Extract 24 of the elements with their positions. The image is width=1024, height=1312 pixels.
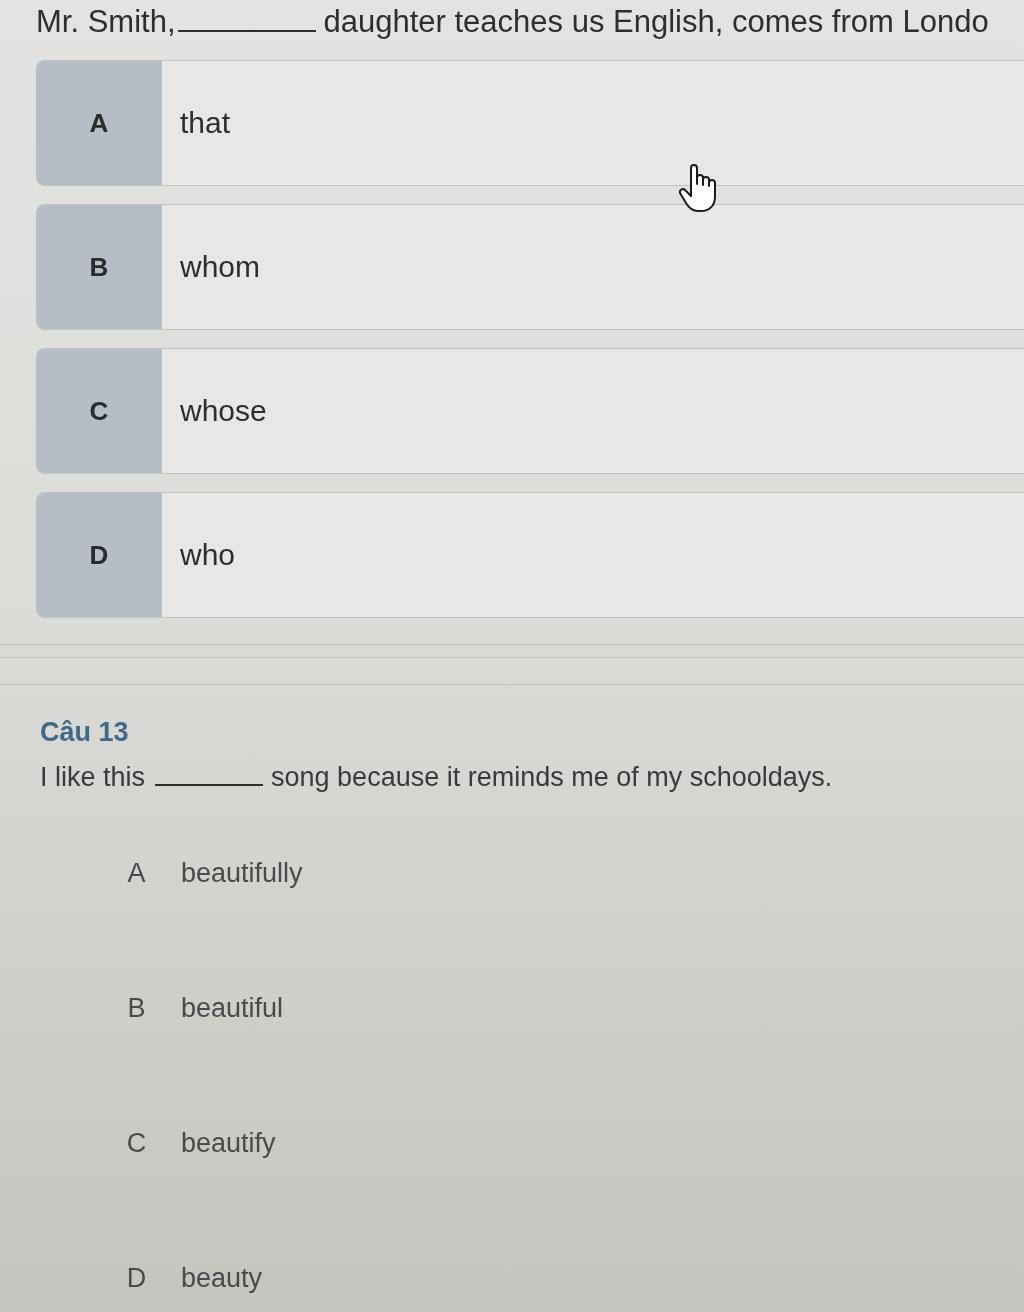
answer-option[interactable]: D who	[36, 492, 1024, 618]
answer-option[interactable]: C beautify	[92, 1123, 276, 1163]
option-text: that	[179, 105, 231, 141]
answer-option[interactable]: A beautifully	[92, 853, 303, 893]
question-text: daughter teaches us English, comes from Londo	[323, 4, 989, 40]
answer-option[interactable]: B whom	[36, 204, 1024, 330]
question-heading: Câu 13	[40, 717, 129, 748]
option-text: whom	[179, 249, 261, 285]
answer-option[interactable]: D beauty	[92, 1258, 263, 1298]
hand-cursor-icon	[678, 164, 718, 214]
answer-option[interactable]: C whose	[36, 348, 1024, 474]
fill-in-line[interactable]	[155, 784, 264, 786]
option-letter: D	[36, 493, 162, 617]
option-letter: C	[36, 349, 162, 473]
question-text: song because it reminds me of my schooldays.	[271, 762, 833, 793]
question-text: I like this	[40, 762, 146, 793]
question-text: Mr. Smith,	[36, 4, 176, 40]
option-text: whose	[179, 393, 267, 429]
option-letter: B	[36, 205, 162, 329]
fill-in-line[interactable]	[177, 30, 316, 32]
option-text: who	[179, 537, 236, 573]
option-letter: A	[36, 61, 162, 185]
answer-option[interactable]: B beautiful	[92, 988, 284, 1028]
answer-option[interactable]: A that	[36, 60, 1024, 186]
